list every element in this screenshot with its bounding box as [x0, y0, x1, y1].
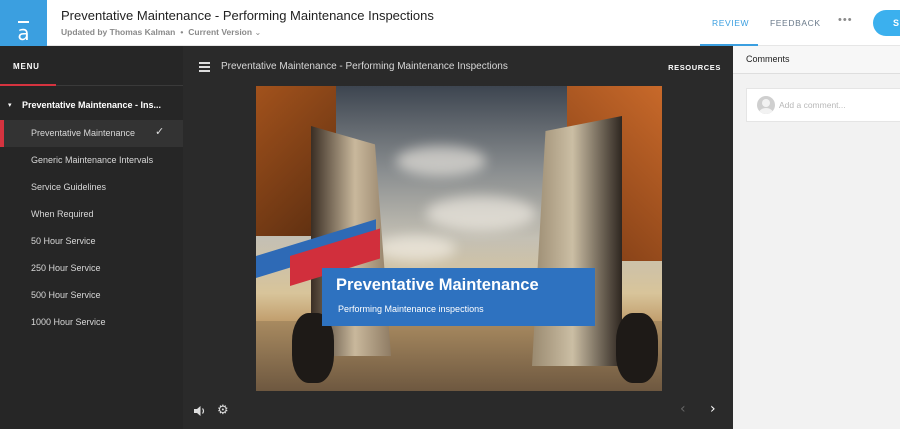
menu-item-500-hour-service[interactable]: 500 Hour Service — [0, 282, 183, 309]
share-button[interactable]: S — [873, 10, 900, 36]
document-title: Preventative Maintenance - Performing Ma… — [61, 8, 434, 23]
hamburger-menu-icon[interactable] — [199, 62, 210, 74]
document-meta: Updated by Thomas Kalman • Current Version… — [61, 27, 261, 37]
menu-section-title: Preventative Maintenance - Ins... — [22, 100, 162, 110]
previous-slide-button[interactable]: ‹ — [680, 401, 686, 417]
comment-input[interactable]: Add a comment... — [746, 88, 900, 122]
checkmark-icon: ✓ — [155, 126, 165, 138]
tab-feedback[interactable]: FEEDBACK — [770, 18, 821, 28]
menu-item-label: Generic Maintenance Intervals — [31, 155, 154, 165]
menu-item-label: When Required — [31, 209, 94, 219]
menu-item-label: 250 Hour Service — [31, 263, 101, 273]
version-dropdown[interactable]: Current Version ⌄ — [188, 27, 261, 37]
right-truck-cab — [532, 116, 622, 366]
top-bar: a Preventative Maintenance - Performing … — [0, 0, 900, 46]
next-slide-button[interactable]: › — [710, 401, 716, 417]
menu-item-label: Preventative Maintenance — [31, 128, 136, 138]
menu-item-label: 500 Hour Service — [31, 290, 101, 300]
player-title: Preventative Maintenance - Performing Ma… — [221, 61, 508, 72]
menu-label: MENU — [13, 62, 40, 71]
tab-review[interactable]: REVIEW — [712, 18, 749, 28]
course-menu: MENU ▾ Preventative Maintenance - Ins...… — [0, 46, 183, 429]
slide-heading: Preventative Maintenance — [336, 276, 539, 294]
comments-title: Comments — [746, 54, 790, 64]
cloud — [376, 236, 456, 261]
comments-panel: Comments Add a comment... — [733, 46, 900, 429]
slide-canvas: Preventative Maintenance Performing Main… — [256, 86, 662, 391]
more-options-icon[interactable]: ••• — [838, 14, 853, 26]
updated-by: Updated by Thomas Kalman — [61, 27, 176, 37]
version-label: Current Version — [188, 27, 253, 37]
slide-player: Preventative Maintenance - Performing Ma… — [183, 46, 733, 429]
slide-subheading: Performing Maintenance inspections — [338, 304, 484, 314]
menu-item-service-guidelines[interactable]: Service Guidelines — [0, 174, 183, 201]
app-logo[interactable]: a — [0, 0, 47, 46]
settings-gear-icon[interactable]: ⚙ — [217, 404, 229, 418]
menu-item-1000-hour-service[interactable]: 1000 Hour Service — [0, 309, 183, 336]
wheel — [616, 313, 658, 383]
menu-item-when-required[interactable]: When Required — [0, 201, 183, 228]
chevron-down-icon: ⌄ — [254, 28, 262, 37]
resources-button[interactable]: RESOURCES — [668, 63, 721, 72]
menu-header-indicator — [0, 84, 56, 86]
menu-item-label: 50 Hour Service — [31, 236, 96, 246]
menu-item-label: Service Guidelines — [31, 182, 107, 192]
cloud — [426, 196, 536, 231]
menu-item-generic-maintenance-intervals[interactable]: Generic Maintenance Intervals — [0, 147, 183, 174]
menu-item-250-hour-service[interactable]: 250 Hour Service — [0, 255, 183, 282]
menu-section[interactable]: ▾ Preventative Maintenance - Ins... — [0, 92, 183, 120]
menu-item-label: 1000 Hour Service — [31, 317, 106, 327]
caret-down-icon: ▾ — [8, 102, 12, 109]
cloud — [396, 146, 486, 176]
menu-header: MENU — [0, 46, 183, 86]
menu-item-50-hour-service[interactable]: 50 Hour Service — [0, 228, 183, 255]
comments-header: Comments — [733, 46, 900, 74]
menu-item-preventative-maintenance[interactable]: Preventative Maintenance ✓ — [0, 120, 183, 147]
comment-placeholder: Add a comment... — [779, 100, 846, 110]
user-avatar-icon — [757, 96, 775, 114]
slide-title-banner: Preventative Maintenance Performing Main… — [322, 268, 595, 326]
volume-icon[interactable] — [193, 404, 207, 418]
active-item-bar — [0, 120, 4, 147]
meta-separator: • — [180, 27, 184, 37]
